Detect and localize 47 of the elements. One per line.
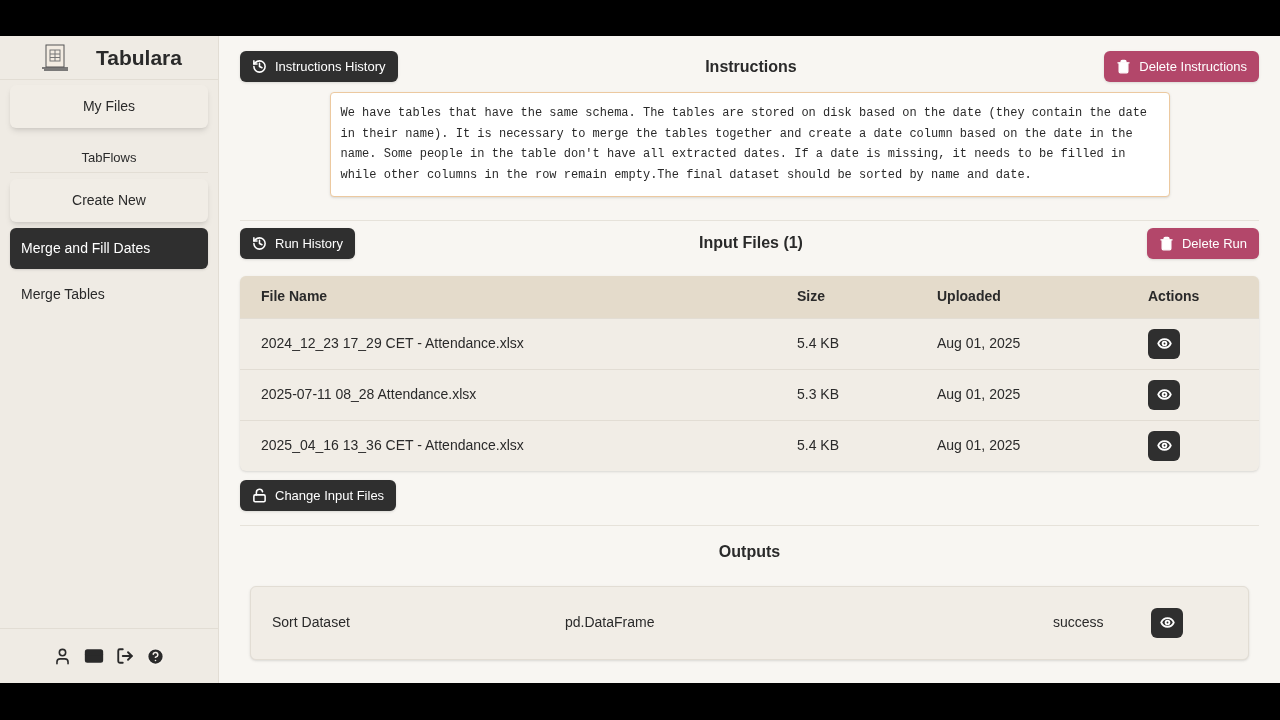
flow-item[interactable]: Merge Tables bbox=[10, 273, 208, 315]
history-icon bbox=[252, 59, 267, 74]
column-header: Actions bbox=[1148, 287, 1201, 307]
uploaded-cell-text: Aug 01, 2025 bbox=[937, 334, 1022, 354]
eye-icon bbox=[1156, 387, 1172, 403]
change-input-files-button[interactable]: Change Input Files bbox=[240, 479, 397, 511]
trash-icon bbox=[1116, 59, 1132, 74]
trash-icon bbox=[1158, 235, 1174, 251]
logout-icon[interactable] bbox=[116, 647, 134, 665]
output-name: Sort Dataset bbox=[272, 613, 351, 633]
help-icon[interactable] bbox=[146, 646, 165, 666]
uploaded-cell-text: Aug 01, 2025 bbox=[937, 436, 1022, 456]
view-button[interactable] bbox=[1148, 430, 1180, 461]
size-cell-text: 5.4 KB bbox=[797, 436, 841, 456]
section-title: Outputs bbox=[718, 541, 781, 562]
output-status: success bbox=[1053, 613, 1105, 633]
app-name: Tabulara bbox=[96, 44, 182, 71]
view-button[interactable] bbox=[1148, 379, 1180, 410]
eye-icon bbox=[1156, 336, 1172, 352]
column-header: Size bbox=[797, 287, 826, 307]
instructions-history-button[interactable]: Instructions History bbox=[240, 51, 398, 82]
size-cell-text: 5.4 KB bbox=[797, 334, 841, 354]
my-files-button[interactable]: My Files bbox=[10, 85, 208, 128]
section-label: TabFlows bbox=[10, 148, 208, 173]
history-icon bbox=[252, 235, 267, 251]
eye-icon bbox=[1159, 615, 1175, 631]
create-new-button[interactable]: Create New bbox=[10, 178, 208, 222]
user-icon[interactable] bbox=[53, 646, 72, 666]
file-name-cell-text: 2025_04_16 13_36 CET - Attendance.xlsx bbox=[261, 436, 525, 456]
file-name-cell-text: 2025-07-11 08_28 Attendance.xlsx bbox=[261, 385, 478, 405]
size-cell-text: 5.3 KB bbox=[797, 385, 841, 405]
instructions-text: We have tables that have the same schema. The tables are stored on disk based on the date (they contain the date in their name). It is necessary to merge the tables together and create a date column based on the date in the name. Some people in the table don't have all extracted dates. If a date is missing, it needs to be filled in while other columns in the row remain empty.The final dataset should be sorted by name and date. bbox=[329, 92, 1170, 197]
column-header: File Name bbox=[261, 287, 329, 307]
column-header: Uploaded bbox=[937, 287, 1002, 307]
view-button[interactable] bbox=[1151, 607, 1183, 638]
delete-instructions-button[interactable]: Delete Instructions bbox=[1104, 51, 1259, 82]
uploaded-cell-text: Aug 01, 2025 bbox=[937, 385, 1022, 405]
eye-icon bbox=[1156, 438, 1172, 454]
flow-item[interactable]: Merge and Fill Dates bbox=[10, 227, 208, 269]
output-type: pd.DataFrame bbox=[565, 613, 656, 633]
view-button[interactable] bbox=[1148, 328, 1180, 359]
section-title: Input Files (1) bbox=[698, 233, 803, 254]
run-history-button[interactable]: Run History bbox=[240, 227, 355, 259]
unlock-icon bbox=[252, 487, 267, 503]
section-title: Instructions bbox=[705, 56, 797, 77]
file-name-cell-text: 2024_12_23 17_29 CET - Attendance.xlsx bbox=[261, 334, 525, 354]
delete-run-button[interactable]: Delete Run bbox=[1146, 227, 1259, 259]
